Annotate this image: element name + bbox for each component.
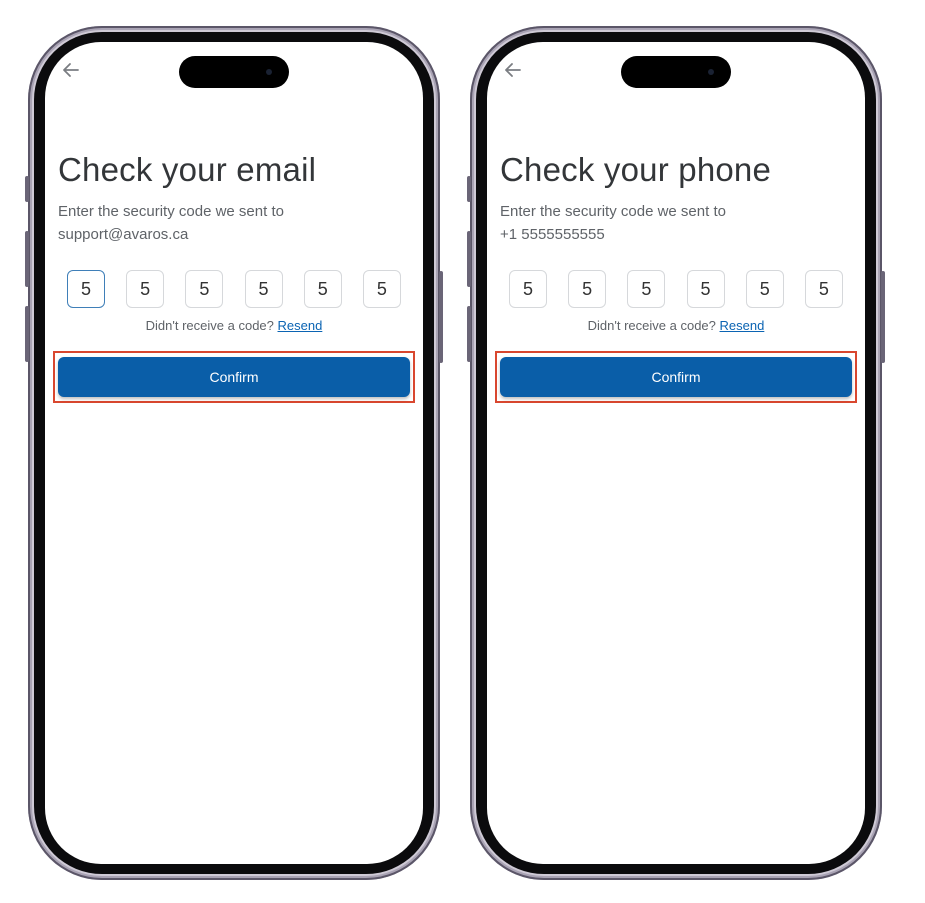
instructions-line: Enter the security code we sent to (500, 203, 726, 220)
resend-prompt: Didn't receive a code? (145, 318, 274, 333)
volume-down-button (467, 306, 471, 362)
resend-row: Didn't receive a code? Resend (500, 318, 852, 333)
code-digit-input[interactable]: 5 (126, 270, 165, 308)
resend-link[interactable]: Resend (278, 318, 323, 333)
code-digit-input[interactable]: 5 (686, 270, 725, 308)
code-digit-input[interactable]: 5 (67, 270, 105, 308)
code-digit-input[interactable]: 5 (362, 270, 401, 308)
verify-content: Check your phone Enter the security code… (495, 150, 857, 403)
dynamic-island (621, 56, 731, 88)
phone-bezel: Check your phone Enter the security code… (476, 32, 876, 874)
volume-down-button (25, 306, 29, 362)
page-title: Check your phone (500, 151, 772, 188)
silent-switch (25, 176, 29, 202)
code-digit-input[interactable]: 5 (509, 270, 547, 308)
verify-phone-screen: Check your phone Enter the security code… (487, 42, 865, 864)
security-code-inputs: 5 5 5 5 5 5 (500, 270, 852, 308)
page-title: Check your email (58, 151, 317, 188)
confirm-highlight-box: Confirm (495, 351, 857, 403)
code-digit-input[interactable]: 5 (568, 270, 607, 308)
arrow-left-icon[interactable] (59, 58, 83, 82)
silent-switch (467, 176, 471, 202)
camera-lens (266, 69, 272, 75)
dynamic-island (179, 56, 289, 88)
code-digit-input[interactable]: 5 (745, 270, 784, 308)
confirm-button[interactable]: Confirm (500, 357, 852, 397)
resend-row: Didn't receive a code? Resend (58, 318, 410, 333)
resend-link[interactable]: Resend (720, 318, 765, 333)
power-button (439, 271, 443, 363)
code-digit-input[interactable]: 5 (185, 270, 224, 308)
code-digit-input[interactable]: 5 (804, 270, 843, 308)
camera-lens (708, 69, 714, 75)
resend-prompt: Didn't receive a code? (587, 318, 716, 333)
code-digit-input[interactable]: 5 (244, 270, 283, 308)
phone-frame-phone: Check your phone Enter the security code… (467, 26, 885, 880)
verify-email-screen: Check your email Enter the security code… (45, 42, 423, 864)
phone-frame-email: Check your email Enter the security code… (25, 26, 443, 880)
verify-content: Check your email Enter the security code… (53, 150, 415, 403)
destination-phone-number: +1 5555555555 (500, 226, 605, 243)
confirm-highlight-box: Confirm (53, 351, 415, 403)
power-button (881, 271, 885, 363)
code-digit-input[interactable]: 5 (303, 270, 342, 308)
destination-email: support@avaros.ca (58, 226, 189, 243)
arrow-left-icon[interactable] (501, 58, 525, 82)
instructions-text: Enter the security code we sent to suppo… (58, 200, 410, 246)
phone-bezel: Check your email Enter the security code… (34, 32, 434, 874)
confirm-button[interactable]: Confirm (58, 357, 410, 397)
instructions-line: Enter the security code we sent to (58, 203, 284, 220)
instructions-text: Enter the security code we sent to +1 55… (500, 200, 852, 246)
mockup-stage: Check your email Enter the security code… (0, 0, 925, 903)
volume-up-button (467, 231, 471, 287)
code-digit-input[interactable]: 5 (627, 270, 666, 308)
volume-up-button (25, 231, 29, 287)
security-code-inputs: 5 5 5 5 5 5 (58, 270, 410, 308)
